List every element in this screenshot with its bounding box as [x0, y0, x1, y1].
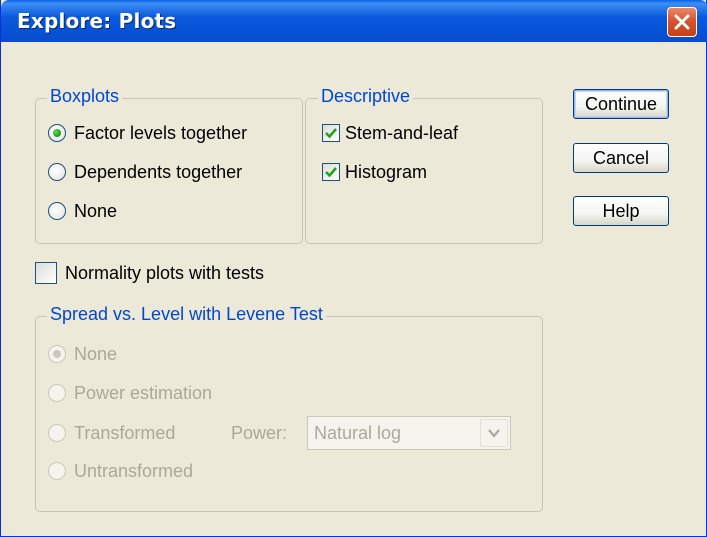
checkbox-label: Histogram [345, 161, 428, 182]
close-button[interactable] [667, 7, 697, 37]
radio-button[interactable] [48, 202, 66, 220]
radio-spread-none[interactable]: None [48, 342, 117, 366]
close-icon [674, 14, 690, 30]
power-select-value: Natural log [314, 423, 402, 443]
checkbox[interactable] [322, 124, 340, 142]
radio-label: Transformed [74, 422, 176, 443]
spread-level-legend: Spread vs. Level with Levene Test [47, 304, 326, 324]
power-select[interactable]: Natural log [307, 416, 511, 450]
dropdown-arrow-button[interactable] [480, 419, 508, 447]
checkbox-label: Stem-and-leaf [345, 122, 459, 143]
radio-label: None [74, 343, 118, 364]
radio-dependents-together[interactable]: Dependents together [48, 160, 242, 184]
dialog-window: Explore: Plots Boxplots Factor levels to… [0, 0, 707, 537]
chevron-down-icon [488, 429, 500, 438]
radio-boxplots-none[interactable]: None [48, 199, 117, 223]
descriptive-legend: Descriptive [318, 86, 414, 106]
radio-button[interactable] [48, 124, 66, 142]
radio-button[interactable] [48, 345, 66, 363]
title-bar[interactable]: Explore: Plots [1, 0, 707, 42]
radio-button[interactable] [48, 163, 66, 181]
radio-button[interactable] [48, 424, 66, 442]
checkbox-stem-and-leaf[interactable]: Stem-and-leaf [322, 121, 458, 145]
help-button[interactable]: Help [573, 196, 669, 226]
radio-label: Factor levels together [74, 122, 248, 143]
checkbox-label: Normality plots with tests [65, 262, 265, 283]
checkbox[interactable] [322, 163, 340, 181]
window-title: Explore: Plots [17, 9, 177, 33]
checkbox-normality-plots[interactable]: Normality plots with tests [35, 261, 264, 285]
radio-label: Untransformed [74, 460, 194, 481]
radio-power-estimation[interactable]: Power estimation [48, 381, 212, 405]
checkbox[interactable] [35, 262, 57, 284]
checkmark-icon [325, 167, 337, 178]
radio-transformed[interactable]: Transformed [48, 421, 175, 445]
radio-factor-levels-together[interactable]: Factor levels together [48, 121, 247, 145]
checkbox-histogram[interactable]: Histogram [322, 160, 427, 184]
continue-button[interactable]: Continue [573, 89, 669, 119]
radio-untransformed[interactable]: Untransformed [48, 459, 193, 483]
radio-label: Dependents together [74, 161, 243, 182]
power-label: Power: [231, 423, 288, 443]
radio-button[interactable] [48, 384, 66, 402]
boxplots-legend: Boxplots [47, 86, 123, 106]
radio-label: None [74, 200, 118, 221]
radio-label: Power estimation [74, 382, 213, 403]
radio-button[interactable] [48, 462, 66, 480]
cancel-button[interactable]: Cancel [573, 143, 669, 173]
checkmark-icon [325, 128, 337, 139]
